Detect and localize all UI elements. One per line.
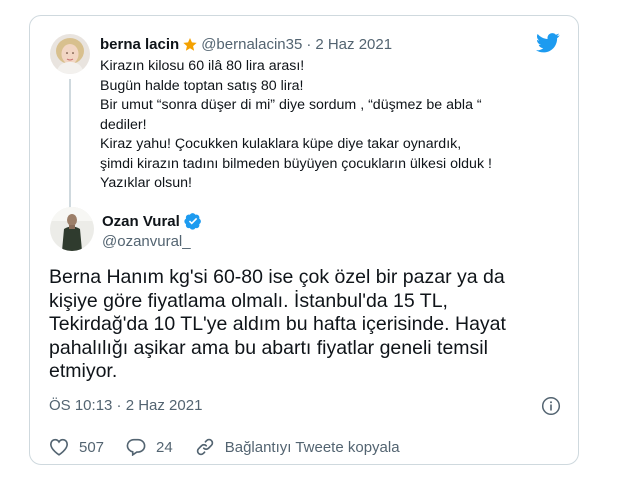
- info-icon[interactable]: [541, 396, 561, 421]
- like-count: 507: [79, 438, 105, 456]
- tweet-text-line: etmiyor.: [49, 360, 118, 382]
- copy-link-button[interactable]: Bağlantıyı Tweete kopyala: [195, 437, 400, 457]
- tweet-text-line: şimdi kirazın tadını bilmeden büyüyen ço…: [100, 155, 492, 172]
- heart-icon: [49, 438, 69, 456]
- tweet-text-line: kişiye göre fiyatlama olmalı. İstanbul'd…: [49, 289, 448, 312]
- link-icon: [196, 438, 213, 456]
- reply-button[interactable]: 24: [126, 438, 173, 456]
- author-name[interactable]: Ozan Vural: [102, 212, 202, 230]
- reply-bubble-icon: [126, 438, 146, 456]
- twitter-bird-icon[interactable]: [536, 33, 560, 58]
- author-handle[interactable]: @bernalacin35: [201, 36, 302, 53]
- tweet-text-line: Berna Hanım kg'si 60-80 ise çok özel bir…: [49, 266, 505, 288]
- avatar[interactable]: [50, 207, 94, 251]
- tweet-text-line: pahalılığı aşikar ama bu abartı fiyatlar…: [49, 336, 488, 359]
- tweet-embed-card: berna lacin @bernalacin35 · 2 Haz 2021 K…: [29, 15, 579, 465]
- tweet-text-line: Tekirdağ'da 10 TL'ye aldım bu hafta içer…: [49, 313, 506, 335]
- like-button[interactable]: 507: [49, 438, 104, 456]
- tweet-actions-bar: 507 24 Bağlantıyı Tweete kopyala: [49, 437, 422, 457]
- tweet-text-line: dediler!: [100, 116, 147, 133]
- author-name-label[interactable]: Ozan Vural: [102, 213, 180, 230]
- quoted-tweet-text: Kirazın kilosu 60 ilâ 80 lira arası! Bug…: [100, 57, 565, 194]
- tweet-text: Berna Hanım kg'si 60-80 ise çok özel bir…: [49, 266, 569, 384]
- thread-connector-line: [69, 79, 71, 212]
- separator-dot: ·: [306, 36, 312, 53]
- reply-count: 24: [156, 438, 173, 456]
- avatar[interactable]: [50, 34, 90, 74]
- tweet-text-line: Bir umut “sonra düşer di mi” diye sordum…: [100, 97, 482, 113]
- tweet-text-line: Yazıklar olsun!: [100, 175, 192, 191]
- tweet-timestamp[interactable]: ÖS 10:13 · 2 Haz 2021: [49, 397, 202, 414]
- quoted-tweet-header: berna lacin @bernalacin35 · 2 Haz 2021: [100, 36, 392, 53]
- copy-link-label: Bağlantıyı Tweete kopyala: [224, 438, 400, 456]
- author-name[interactable]: berna lacin: [100, 36, 179, 53]
- star-badge-icon: [182, 37, 198, 53]
- tweet-text-line: Bugün halde toptan satış 80 lira!: [100, 77, 304, 94]
- tweet-text-line: Kirazın kilosu 60 ilâ 80 lira arası!: [100, 58, 305, 74]
- verified-badge-icon: [184, 212, 202, 230]
- author-handle[interactable]: @ozanvural_: [102, 233, 191, 250]
- tweet-date[interactable]: 2 Haz 2021: [315, 36, 392, 53]
- tweet-text-line: Kiraz yahu! Çocukken kulaklara küpe diye…: [100, 136, 462, 152]
